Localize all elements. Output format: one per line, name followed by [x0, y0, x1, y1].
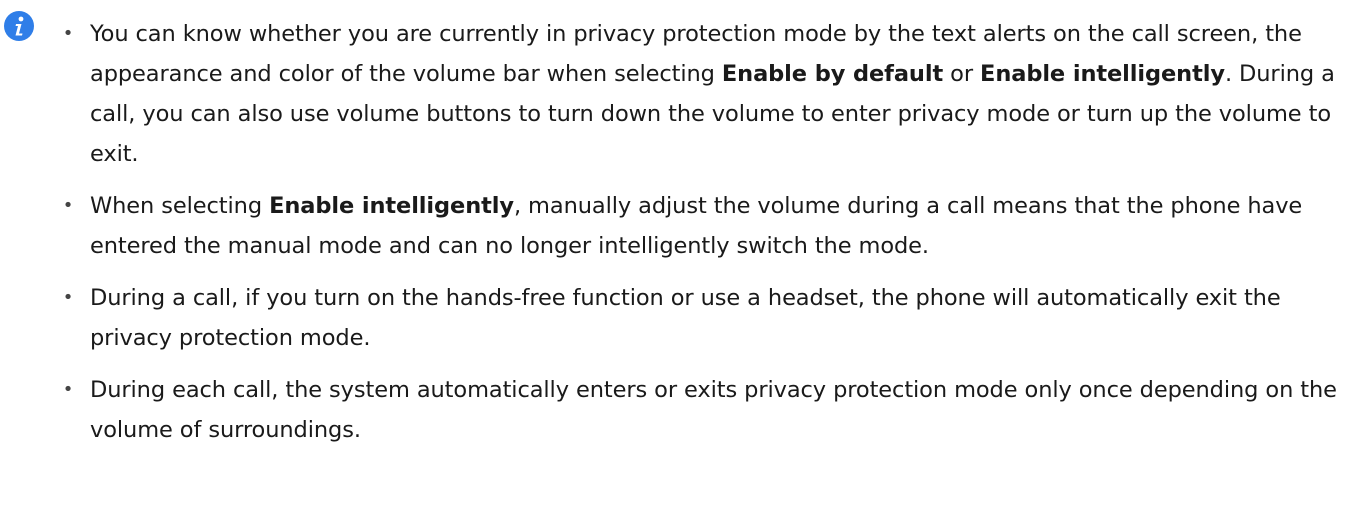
info-note: • You can know whether you are currently… — [0, 0, 1370, 531]
item-bold: Enable intelligently — [269, 193, 514, 219]
list-item: • During a call, if you turn on the hand… — [60, 278, 1366, 358]
list-item: • During each call, the system automatic… — [60, 370, 1366, 450]
list-item: • You can know whether you are currently… — [60, 14, 1366, 174]
bullet: • — [62, 287, 74, 308]
info-glyph — [15, 16, 24, 36]
note-list: • You can know whether you are currently… — [60, 14, 1366, 462]
info-icon — [4, 11, 34, 41]
item-text: During each call, the system automatical… — [90, 377, 1337, 443]
bullet: • — [62, 379, 74, 400]
item-text: During a call, if you turn on the hands-… — [90, 285, 1281, 351]
item-bold: Enable intelligently — [980, 61, 1225, 87]
bullet: • — [62, 23, 74, 44]
list-item: • When selecting Enable intelligently, m… — [60, 186, 1366, 266]
bullet: • — [62, 195, 74, 216]
item-bold: Enable by default — [721, 61, 944, 87]
item-text: When selecting — [90, 193, 270, 219]
item-text: or — [943, 61, 981, 87]
